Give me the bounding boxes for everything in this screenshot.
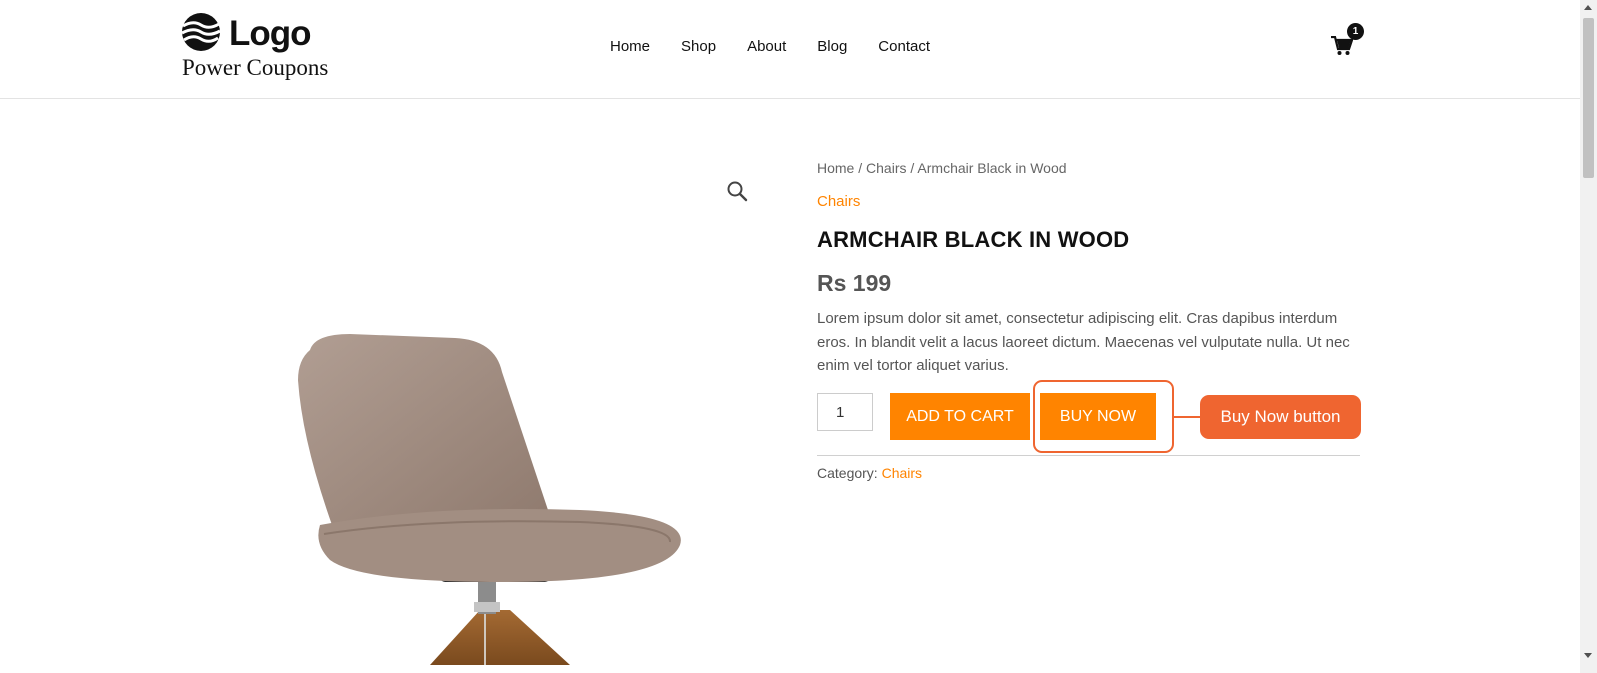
add-to-cart-button[interactable]: ADD TO CART <box>890 393 1030 440</box>
nav-about[interactable]: About <box>747 38 786 55</box>
breadcrumb-current: Armchair Black in Wood <box>917 160 1067 176</box>
meta-label: Category: <box>817 465 882 481</box>
quantity-input[interactable] <box>817 393 873 431</box>
logo-text: Logo <box>229 14 312 53</box>
site-header: Logo Power Coupons Home Shop About Blog … <box>0 0 1580 99</box>
nav-contact[interactable]: Contact <box>878 38 930 55</box>
buy-now-highlight-box <box>1033 380 1174 453</box>
magnifier-icon[interactable] <box>726 180 748 202</box>
main-nav: Home Shop About Blog Contact <box>610 38 961 55</box>
logo-subtitle: Power Coupons <box>182 55 329 80</box>
product-price: Rs 199 <box>817 270 892 296</box>
scrollbar-thumb[interactable] <box>1583 18 1594 178</box>
product-meta: Category: Chairs <box>817 465 922 481</box>
cart-count-badge: 1 <box>1347 23 1364 40</box>
product-category-link[interactable]: Chairs <box>817 193 860 210</box>
nav-shop[interactable]: Shop <box>681 38 716 55</box>
breadcrumb: Home / Chairs / Armchair Black in Wood <box>817 160 1067 176</box>
annotation-connector <box>1174 416 1201 418</box>
scroll-up-arrow-icon[interactable] <box>1584 5 1592 10</box>
cart-icon[interactable] <box>1331 36 1353 56</box>
breadcrumb-category[interactable]: Chairs <box>866 160 906 176</box>
scroll-down-arrow-icon[interactable] <box>1584 653 1592 658</box>
annotation-callout: Buy Now button <box>1200 395 1361 439</box>
meta-category-link[interactable]: Chairs <box>882 465 922 481</box>
breadcrumb-separator: / <box>906 160 918 176</box>
logo-mark-icon <box>181 13 221 51</box>
breadcrumb-home[interactable]: Home <box>817 160 854 176</box>
product-title: ARMCHAIR BLACK IN WOOD <box>817 227 1130 252</box>
nav-home[interactable]: Home <box>610 38 650 55</box>
breadcrumb-separator: / <box>854 160 867 176</box>
product-description: Lorem ipsum dolor sit amet, consectetur … <box>817 310 1350 374</box>
page-scrollbar[interactable] <box>1580 0 1597 673</box>
nav-blog[interactable]: Blog <box>817 38 847 55</box>
product-image[interactable] <box>280 320 700 665</box>
divider <box>817 455 1360 456</box>
